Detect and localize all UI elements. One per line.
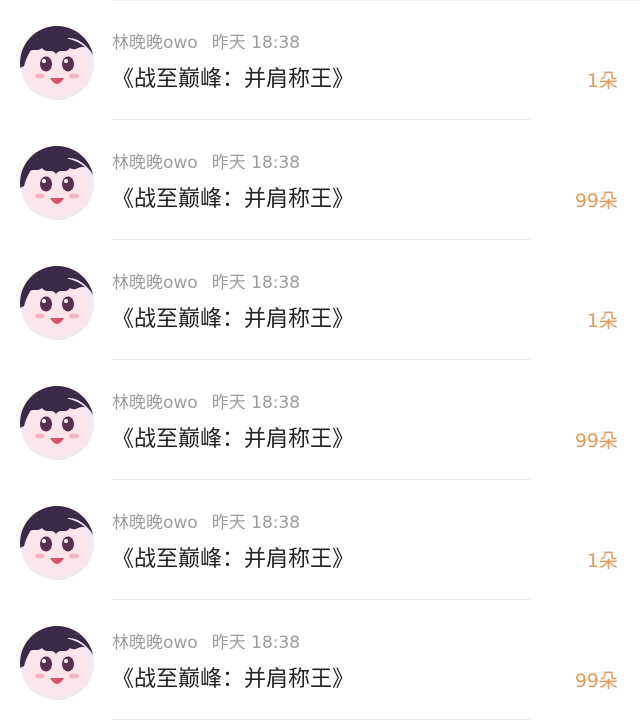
list-item[interactable]: 林晚晚owo 昨天 18:38 《战至巅峰：并肩称王》 99朵 — [0, 600, 640, 720]
list-item[interactable]: 林晚晚owo 昨天 18:38 《战至巅峰：并肩称王》 1朵 — [0, 480, 640, 600]
book-title[interactable]: 《战至巅峰：并肩称王》 — [112, 183, 354, 217]
username[interactable]: 林晚晚owo — [112, 273, 198, 293]
gift-record-list: 林晚晚owo 昨天 18:38 《战至巅峰：并肩称王》 1朵 林晚晚owo 昨天… — [0, 0, 640, 728]
gift-amount: 99朵 — [574, 430, 618, 452]
username[interactable]: 林晚晚owo — [112, 393, 198, 413]
timestamp: 昨天 18:38 — [211, 633, 301, 653]
meta-line: 林晚晚owo 昨天 18:38 — [112, 31, 300, 55]
meta-line: 林晚晚owo 昨天 18:38 — [112, 151, 300, 175]
list-item[interactable]: 林晚晚owo 昨天 18:38 《战至巅峰：并肩称王》 99朵 — [0, 360, 640, 480]
avatar[interactable] — [20, 506, 94, 580]
avatar[interactable] — [20, 146, 94, 220]
book-title[interactable]: 《战至巅峰：并肩称王》 — [112, 303, 354, 337]
item-divider — [112, 719, 530, 720]
anime-girl-avatar-icon — [20, 266, 94, 340]
book-title[interactable]: 《战至巅峰：并肩称王》 — [112, 423, 354, 457]
username[interactable]: 林晚晚owo — [112, 633, 198, 653]
list-item[interactable]: 林晚晚owo 昨天 18:38 《战至巅峰：并肩称王》 99朵 — [0, 120, 640, 240]
avatar[interactable] — [20, 386, 94, 460]
timestamp: 昨天 18:38 — [211, 33, 301, 53]
avatar[interactable] — [20, 626, 94, 700]
meta-line: 林晚晚owo 昨天 18:38 — [112, 511, 300, 535]
meta-line: 林晚晚owo 昨天 18:38 — [112, 391, 300, 415]
avatar[interactable] — [20, 26, 94, 100]
book-title[interactable]: 《战至巅峰：并肩称王》 — [112, 543, 354, 577]
meta-line: 林晚晚owo 昨天 18:38 — [112, 631, 300, 655]
book-title[interactable]: 《战至巅峰：并肩称王》 — [112, 663, 354, 697]
anime-girl-avatar-icon — [20, 26, 94, 100]
gift-amount: 1朵 — [586, 550, 618, 572]
timestamp: 昨天 18:38 — [211, 153, 301, 173]
anime-girl-avatar-icon — [20, 626, 94, 700]
anime-girl-avatar-icon — [20, 386, 94, 460]
gift-amount: 99朵 — [574, 670, 618, 692]
timestamp: 昨天 18:38 — [211, 393, 301, 413]
username[interactable]: 林晚晚owo — [112, 33, 198, 53]
anime-girl-avatar-icon — [20, 506, 94, 580]
gift-amount: 1朵 — [586, 310, 618, 332]
username[interactable]: 林晚晚owo — [112, 513, 198, 533]
timestamp: 昨天 18:38 — [211, 513, 301, 533]
gift-amount: 1朵 — [586, 70, 618, 92]
username[interactable]: 林晚晚owo — [112, 153, 198, 173]
book-title[interactable]: 《战至巅峰：并肩称王》 — [112, 63, 354, 97]
meta-line: 林晚晚owo 昨天 18:38 — [112, 271, 300, 295]
gift-amount: 99朵 — [574, 190, 618, 212]
anime-girl-avatar-icon — [20, 146, 94, 220]
timestamp: 昨天 18:38 — [211, 273, 301, 293]
avatar[interactable] — [20, 266, 94, 340]
list-item[interactable]: 林晚晚owo 昨天 18:38 《战至巅峰：并肩称王》 1朵 — [0, 240, 640, 360]
list-item[interactable]: 林晚晚owo 昨天 18:38 《战至巅峰：并肩称王》 1朵 — [0, 0, 640, 120]
